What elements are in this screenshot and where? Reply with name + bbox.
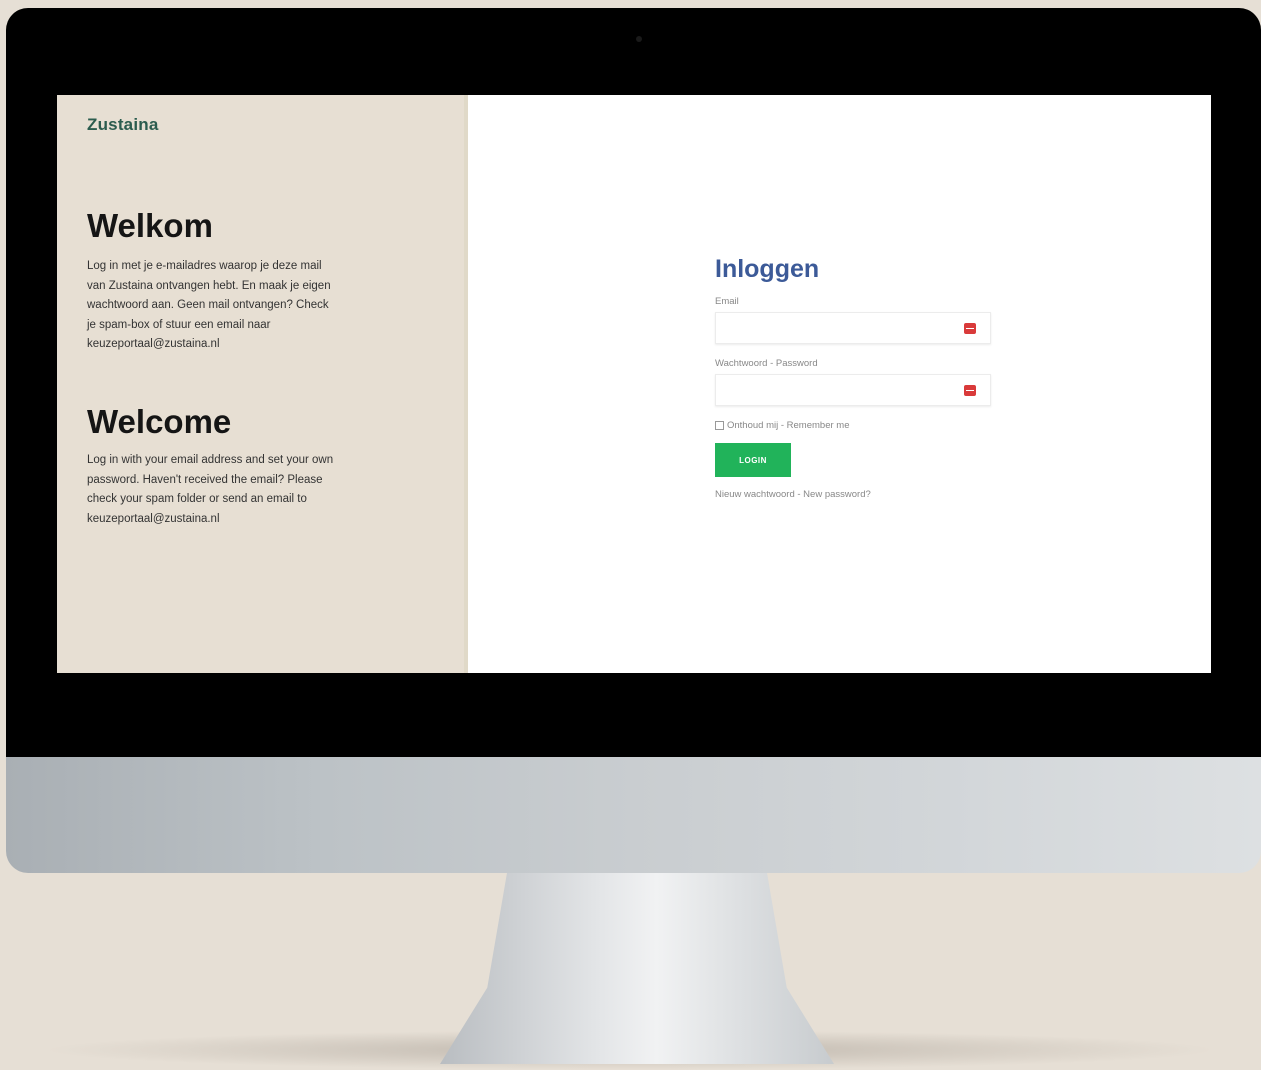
monitor-stand [440,873,834,1064]
password-manager-icon[interactable] [964,385,976,396]
forgot-password-link[interactable]: Nieuw wachtwoord - New password? [715,489,995,500]
password-field-wrapper [715,374,991,406]
screen: Zustaina Welkom Log in met je e-mailadre… [57,95,1211,673]
camera [636,36,642,42]
remember-me-label: Onthoud mij - Remember me [727,420,850,431]
remember-me-checkbox[interactable] [715,421,724,430]
password-label: Wachtwoord - Password [715,358,818,369]
email-field-wrapper [715,312,991,344]
login-form: Inloggen Email Wachtwoord - Password Ont… [715,255,995,500]
login-panel: Inloggen Email Wachtwoord - Password Ont… [468,95,1211,673]
welcome-text-en: Log in with your email address and set y… [87,454,334,525]
welcome-heading-en: Welcome [87,403,232,440]
welcome-heading-nl: Welkom [87,207,213,244]
welcome-panel: Zustaina Welkom Log in met je e-mailadre… [57,95,464,673]
login-title: Inloggen [715,255,820,283]
email-field[interactable] [716,313,990,343]
password-field[interactable] [716,375,990,405]
login-button[interactable]: LOGIN [715,443,791,477]
password-manager-icon[interactable] [964,323,976,334]
remember-me[interactable]: Onthoud mij - Remember me [715,420,995,431]
monitor-chin [6,757,1261,873]
email-label: Email [715,296,739,307]
brand-logo: Zustaina [87,115,159,134]
welcome-text-nl: Log in met je e-mailadres waarop je deze… [87,260,331,350]
